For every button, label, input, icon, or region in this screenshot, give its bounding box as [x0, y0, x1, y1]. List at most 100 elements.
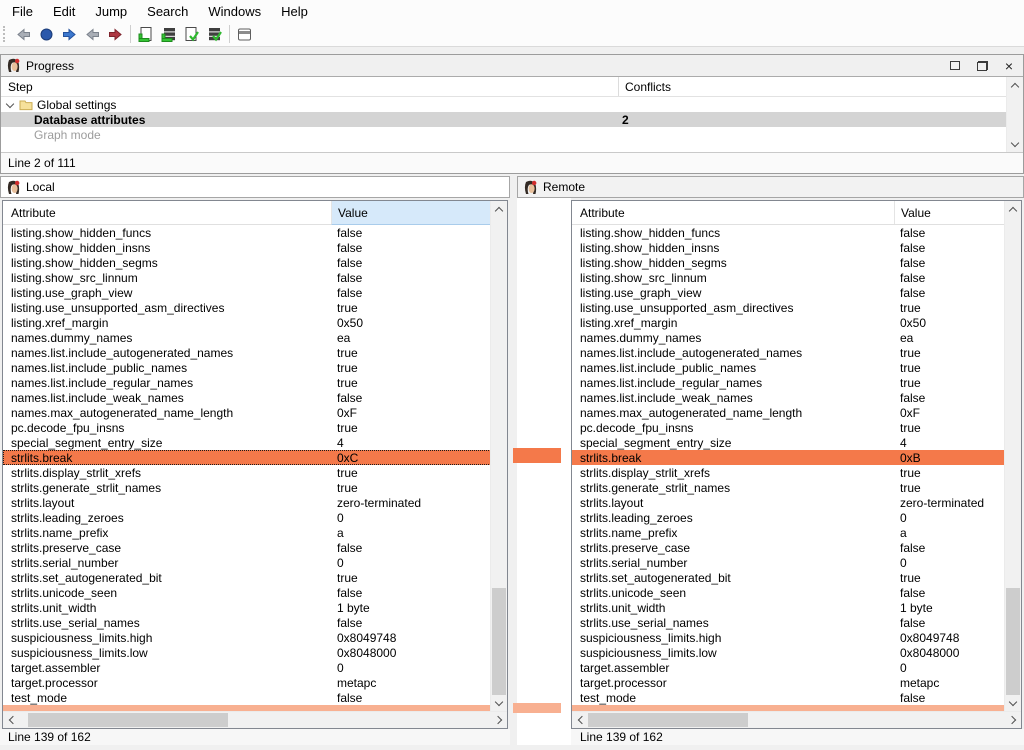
table-row[interactable]: suspiciousness_limits.high 0x8049748 [3, 630, 507, 645]
menu-item[interactable]: Search [137, 2, 198, 21]
table-row[interactable]: strlits.leading_zeroes 0 [572, 510, 1021, 525]
horizontal-scroll-thumb[interactable] [28, 713, 228, 727]
menu-item[interactable]: Edit [43, 2, 85, 21]
next-conflict-red-icon[interactable] [104, 24, 127, 45]
maximize-button[interactable] [950, 61, 960, 70]
remote-horizontal-scrollbar[interactable] [572, 711, 1021, 728]
table-row[interactable]: strlits.generate_strlit_names true [3, 480, 507, 495]
local-vertical-scrollbar[interactable] [490, 201, 507, 711]
table-row[interactable]: listing.use_unsupported_asm_directives t… [3, 300, 507, 315]
menu-item[interactable]: File [2, 2, 43, 21]
table-row[interactable]: listing.show_hidden_insns false [3, 240, 507, 255]
table-row[interactable]: listing.use_graph_view false [572, 285, 1021, 300]
table-row[interactable]: names.list.include_weak_names false [572, 390, 1021, 405]
scroll-down-icon[interactable] [1005, 695, 1021, 711]
menu-item[interactable]: Jump [85, 2, 137, 21]
local-titlebar[interactable]: Local [0, 176, 510, 198]
table-row[interactable]: strlits.break 0xB [572, 450, 1021, 465]
table-row[interactable]: strlits.display_strlit_xrefs true [572, 465, 1021, 480]
table-row[interactable]: names.list.include_autogenerated_names t… [3, 345, 507, 360]
table-row[interactable]: strlits.name_prefix a [572, 525, 1021, 540]
table-row[interactable]: special_segment_entry_size 4 [3, 435, 507, 450]
table-row[interactable]: listing.show_hidden_funcs false [3, 225, 507, 240]
table-row[interactable]: pc.decode_fpu_insns true [572, 420, 1021, 435]
menu-item[interactable]: Help [271, 2, 318, 21]
scroll-left-icon[interactable] [572, 712, 588, 728]
tree-row-global-settings[interactable]: Global settings [1, 97, 1023, 112]
restore-button[interactable] [977, 61, 988, 71]
table-row[interactable]: test_mode false [3, 690, 507, 705]
table-row[interactable]: strlits.serial_number 0 [3, 555, 507, 570]
table-row[interactable]: listing.use_unsupported_asm_directives t… [572, 300, 1021, 315]
remote-vertical-scrollbar[interactable] [1004, 201, 1021, 711]
table-row[interactable]: names.max_autogenerated_name_length 0xF [572, 405, 1021, 420]
horizontal-scroll-thumb[interactable] [588, 713, 748, 727]
table-row[interactable]: names.max_autogenerated_name_length 0xF [3, 405, 507, 420]
table-row[interactable]: names.list.include_public_names true [572, 360, 1021, 375]
table-row[interactable]: target.assembler 0 [3, 660, 507, 675]
table-row[interactable]: strlits.generate_strlit_names true [572, 480, 1021, 495]
table-row[interactable]: strlits.unit_width 1 byte [3, 600, 507, 615]
table-row[interactable]: strlits.break 0xC [3, 450, 507, 465]
table-row[interactable]: names.dummy_names ea [572, 330, 1021, 345]
table-row[interactable]: names.dummy_names ea [3, 330, 507, 345]
show-window-icon[interactable] [233, 24, 256, 45]
nav-forward-blue-icon[interactable] [58, 24, 81, 45]
table-row[interactable]: strlits.unicode_seen false [572, 585, 1021, 600]
table-row[interactable]: strlits.layout zero-terminated [572, 495, 1021, 510]
progress-vertical-scrollbar[interactable] [1006, 77, 1023, 152]
scroll-down-icon[interactable] [491, 695, 507, 711]
toolbar-grip-handle[interactable] [3, 26, 8, 42]
stop-dot-blue-icon[interactable] [35, 24, 58, 45]
table-row[interactable]: listing.show_src_linnum false [572, 270, 1021, 285]
table-row[interactable]: strlits.leading_zeroes 0 [3, 510, 507, 525]
scroll-left-icon[interactable] [3, 712, 19, 728]
scroll-right-icon[interactable] [491, 712, 507, 728]
vertical-scroll-thumb[interactable] [1006, 588, 1020, 695]
nav-back-gray-icon[interactable] [12, 24, 35, 45]
table-row[interactable]: listing.show_hidden_insns false [572, 240, 1021, 255]
table-row[interactable]: strlits.name_prefix a [3, 525, 507, 540]
scroll-up-icon[interactable] [1005, 201, 1021, 217]
table-row[interactable]: listing.show_src_linnum false [3, 270, 507, 285]
scroll-down-icon[interactable] [1007, 136, 1023, 152]
column-header-value[interactable]: Value [331, 201, 507, 225]
table-row[interactable]: test_mode false [572, 690, 1021, 705]
apply-document-icon[interactable] [134, 24, 157, 45]
table-row[interactable]: names.list.include_weak_names false [3, 390, 507, 405]
table-row[interactable]: suspiciousness_limits.low 0x8048000 [3, 645, 507, 660]
table-row[interactable]: strlits.layout zero-terminated [3, 495, 507, 510]
tree-row-database-attributes[interactable]: Database attributes 2 [1, 112, 1023, 127]
scroll-up-icon[interactable] [1007, 77, 1023, 93]
column-header-value[interactable]: Value [894, 201, 1021, 224]
table-row[interactable]: strlits.set_autogenerated_bit true [572, 570, 1021, 585]
column-header-attribute[interactable]: Attribute [572, 201, 894, 224]
accept-document-check-icon[interactable] [180, 24, 203, 45]
column-header-attribute[interactable]: Attribute [3, 201, 331, 224]
table-row[interactable]: listing.xref_margin 0x50 [3, 315, 507, 330]
apply-database-icon[interactable] [157, 24, 180, 45]
table-row[interactable]: listing.show_hidden_funcs false [572, 225, 1021, 240]
local-horizontal-scrollbar[interactable] [3, 711, 507, 728]
accept-database-check-icon[interactable] [203, 24, 226, 45]
table-row[interactable]: names.list.include_regular_names true [572, 375, 1021, 390]
vertical-scroll-thumb[interactable] [492, 588, 506, 695]
table-row[interactable]: target.processor metapc [572, 675, 1021, 690]
table-row[interactable]: strlits.preserve_case false [572, 540, 1021, 555]
table-row[interactable]: strlits.display_strlit_xrefs true [3, 465, 507, 480]
tree-row-graph-mode[interactable]: Graph mode [1, 127, 1023, 142]
table-row[interactable]: strlits.serial_number 0 [572, 555, 1021, 570]
table-row[interactable]: strlits.use_serial_names false [572, 615, 1021, 630]
table-row[interactable]: suspiciousness_limits.low 0x8048000 [572, 645, 1021, 660]
table-row[interactable]: special_segment_entry_size 4 [572, 435, 1021, 450]
menu-item[interactable]: Windows [198, 2, 271, 21]
column-header-step[interactable]: Step [1, 77, 619, 96]
progress-titlebar[interactable]: Progress × [1, 55, 1023, 77]
prev-conflict-gray-icon[interactable] [81, 24, 104, 45]
table-row[interactable]: pc.decode_fpu_insns true [3, 420, 507, 435]
table-row[interactable]: strlits.use_serial_names false [3, 615, 507, 630]
table-row[interactable]: listing.xref_margin 0x50 [572, 315, 1021, 330]
scroll-up-icon[interactable] [491, 201, 507, 217]
column-header-conflicts[interactable]: Conflicts [619, 77, 1023, 96]
table-row[interactable]: suspiciousness_limits.high 0x8049748 [572, 630, 1021, 645]
